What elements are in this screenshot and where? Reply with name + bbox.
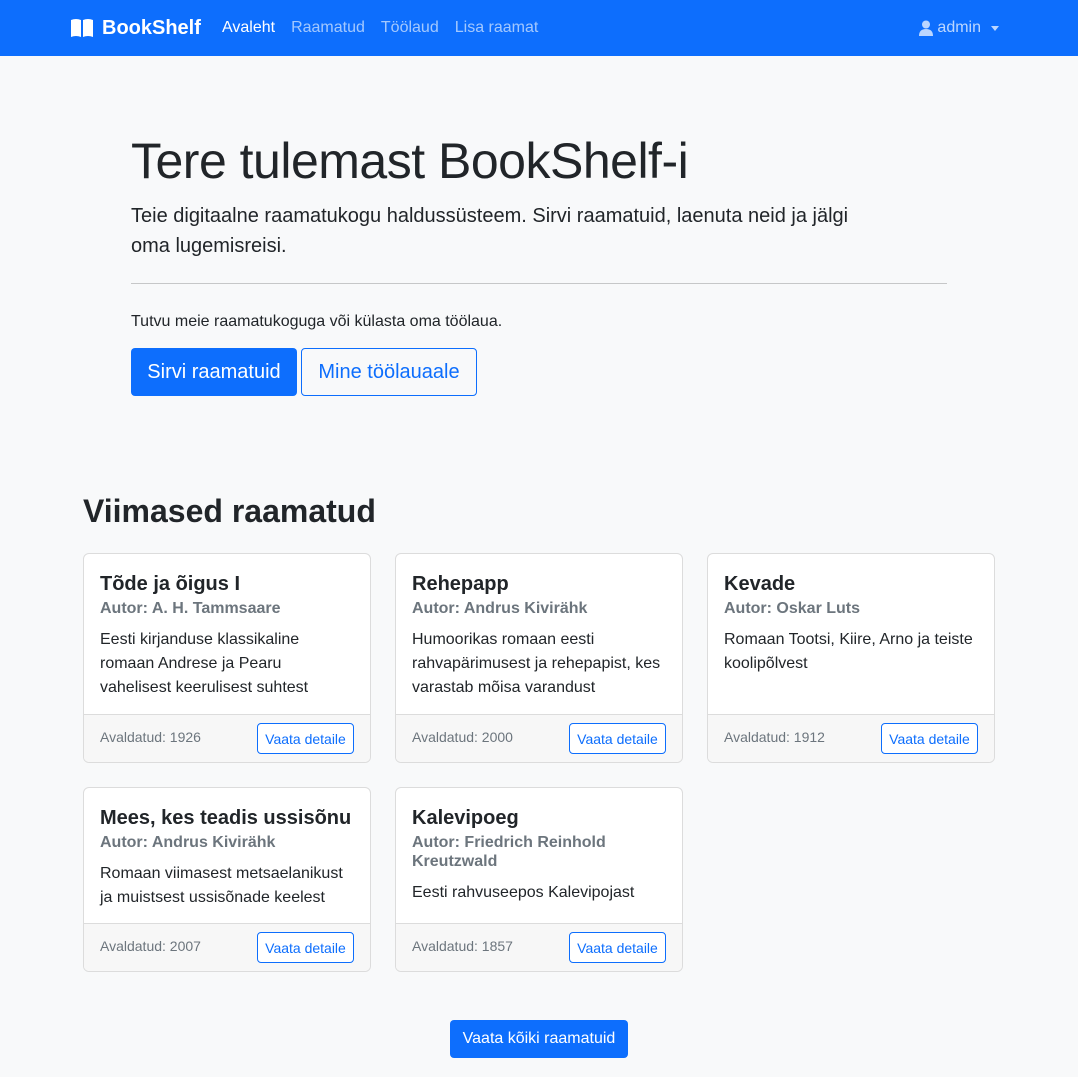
view-details-button[interactable]: Vaata detaile	[569, 723, 666, 754]
book-description: Humoorikas romaan eesti rahvapärimusest …	[412, 631, 661, 696]
brand-link[interactable]: BookShelf	[70, 14, 201, 42]
book-published: Avaldatud: 2007	[100, 938, 201, 954]
brand-label: BookShelf	[102, 16, 201, 39]
view-details-button[interactable]: Vaata detaile	[257, 723, 354, 754]
book-published: Avaldatud: 1912	[724, 729, 825, 745]
book-title: Kevade	[724, 573, 796, 595]
view-details-button[interactable]: Vaata detaile	[257, 932, 354, 963]
book-card: Mees, kes teadis ussisõnu Autor: Andrus …	[83, 787, 371, 972]
card-footer: Avaldatud: 2007 Vaata detaile	[84, 923, 370, 971]
card-footer: Avaldatud: 1926 Vaata detaile	[84, 714, 370, 762]
nav-link-home[interactable]: Avaleht	[222, 17, 275, 39]
book-author: Autor: Andrus Kivirähk	[100, 834, 276, 851]
book-author: Autor: A. H. Tammsaare	[100, 600, 281, 617]
book-card: Rehepapp Autor: Andrus Kivirähk Humoorik…	[395, 553, 683, 763]
book-author: Autor: Oskar Luts	[724, 600, 861, 617]
book-author: Autor: Andrus Kivirähk	[412, 600, 588, 617]
book-title: Kalevipoeg	[412, 807, 519, 829]
view-details-button[interactable]: Vaata detaile	[569, 932, 666, 963]
book-author: Autor: Friedrich Reinhold Kreutzwald	[412, 834, 606, 870]
nav-links: Avaleht Raamatud Töölaud Lisa raamat	[222, 17, 554, 39]
book-description: Eesti kirjanduse klassikaline romaan And…	[100, 631, 309, 696]
book-card: Tõde ja õigus I Autor: A. H. Tammsaare E…	[83, 553, 371, 763]
nav-link-books[interactable]: Raamatud	[291, 17, 365, 39]
user-dropdown[interactable]: admin	[919, 17, 999, 39]
user-name: admin	[937, 19, 981, 36]
book-card: Kalevipoeg Autor: Friedrich Reinhold Kre…	[395, 787, 683, 972]
user-icon	[919, 20, 934, 36]
nav-link-dashboard[interactable]: Töölaud	[381, 17, 439, 39]
book-description: Romaan Tootsi, Kiire, Arno ja teiste koo…	[724, 631, 973, 672]
recent-books-heading: Viimased raamatud	[83, 493, 376, 529]
top-navbar: BookShelf Avaleht Raamatud Töölaud Lisa …	[0, 0, 1078, 56]
view-all-books-button[interactable]: Vaata kõiki raamatuid	[450, 1020, 628, 1058]
book-published: Avaldatud: 2000	[412, 729, 513, 745]
caret-down-icon	[991, 25, 999, 31]
browse-books-button[interactable]: Sirvi raamatuid	[131, 348, 297, 396]
nav-link-add-book[interactable]: Lisa raamat	[455, 17, 539, 39]
book-published: Avaldatud: 1926	[100, 729, 201, 745]
book-icon	[71, 19, 93, 37]
book-published: Avaldatud: 1857	[412, 938, 513, 954]
book-card: Kevade Autor: Oskar Luts Romaan Tootsi, …	[707, 553, 995, 763]
card-footer: Avaldatud: 2000 Vaata detaile	[396, 714, 682, 762]
book-title: Rehepapp	[412, 573, 509, 595]
book-description: Eesti rahvuseepos Kalevipojast	[412, 884, 635, 901]
hero-subtext: Tutvu meie raamatukoguga või külasta oma…	[131, 313, 503, 330]
hero-divider	[131, 283, 947, 284]
card-footer: Avaldatud: 1912 Vaata detaile	[708, 714, 994, 762]
book-description: Romaan viimasest metsaelanikust ja muist…	[100, 865, 343, 906]
book-title: Mees, kes teadis ussisõnu	[100, 807, 352, 829]
book-title: Tõde ja õigus I	[100, 573, 241, 595]
card-footer: Avaldatud: 1857 Vaata detaile	[396, 923, 682, 971]
view-details-button[interactable]: Vaata detaile	[881, 723, 978, 754]
go-to-dashboard-button[interactable]: Mine töölauaale	[301, 348, 477, 396]
hero-lead: Teie digitaalne raamatukogu haldussüstee…	[131, 205, 849, 257]
hero-title: Tere tulemast BookShelf-i	[131, 133, 689, 189]
